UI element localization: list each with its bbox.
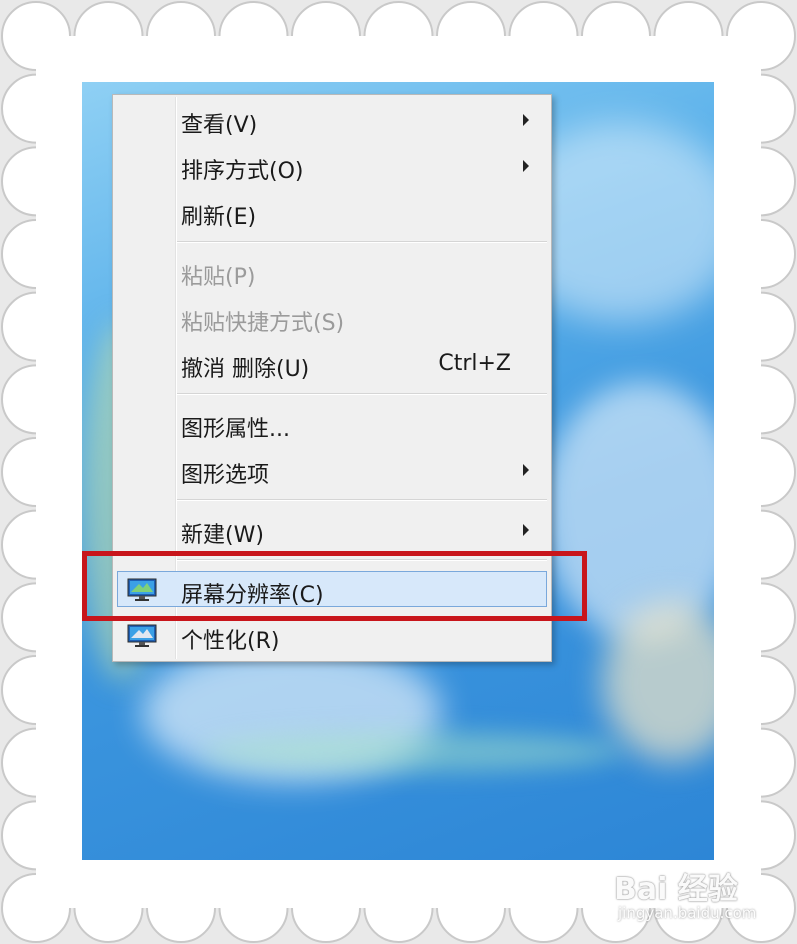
menu-item-new[interactable]: 新建(W) bbox=[113, 511, 551, 548]
menu-item-label: 刷新(E) bbox=[181, 205, 257, 230]
menu-item-label: 撤消 删除(U) bbox=[181, 357, 310, 382]
menu-item-graphics-options[interactable]: 图形选项 bbox=[113, 451, 551, 488]
menu-item-label: 个性化(R) bbox=[181, 629, 280, 654]
menu-item-view[interactable]: 查看(V) bbox=[113, 101, 551, 138]
menu-item-label: 图形属性... bbox=[181, 417, 290, 442]
watermark-url: jingyan.baidu.com bbox=[618, 904, 757, 922]
submenu-arrow-icon bbox=[523, 114, 529, 126]
menu-item-personalize[interactable]: 个性化(R) bbox=[113, 617, 551, 654]
menu-item-label: 排序方式(O) bbox=[181, 159, 304, 184]
submenu-arrow-icon bbox=[523, 524, 529, 536]
menu-item-refresh[interactable]: 刷新(E) bbox=[113, 193, 551, 230]
menu-item-label: 粘贴(P) bbox=[181, 265, 256, 290]
menu-item-label: 粘贴快捷方式(S) bbox=[181, 311, 345, 336]
menu-item-paste-shortcut[interactable]: 粘贴快捷方式(S) bbox=[113, 299, 551, 336]
menu-item-undo-delete[interactable]: 撤消 删除(U) Ctrl+Z bbox=[113, 345, 551, 382]
menu-item-graphics-properties[interactable]: 图形属性... bbox=[113, 405, 551, 442]
menu-separator bbox=[177, 241, 547, 243]
watermark-logo: Bai 经验 bbox=[614, 872, 738, 907]
menu-item-sort-by[interactable]: 排序方式(O) bbox=[113, 147, 551, 184]
menu-separator bbox=[177, 393, 547, 395]
submenu-arrow-icon bbox=[523, 160, 529, 172]
submenu-arrow-icon bbox=[523, 464, 529, 476]
menu-item-paste[interactable]: 粘贴(P) bbox=[113, 253, 551, 290]
menu-item-label: 查看(V) bbox=[181, 113, 258, 138]
menu-separator bbox=[177, 499, 547, 501]
menu-item-label: 新建(W) bbox=[181, 523, 264, 548]
highlight-annotation-box bbox=[82, 551, 587, 621]
baidu-jingyan-watermark: Bai 经验 jingyan.baidu.com bbox=[608, 858, 788, 928]
monitor-icon bbox=[127, 624, 157, 647]
menu-item-label: 图形选项 bbox=[181, 463, 270, 488]
menu-item-shortcut: Ctrl+Z bbox=[438, 351, 511, 376]
